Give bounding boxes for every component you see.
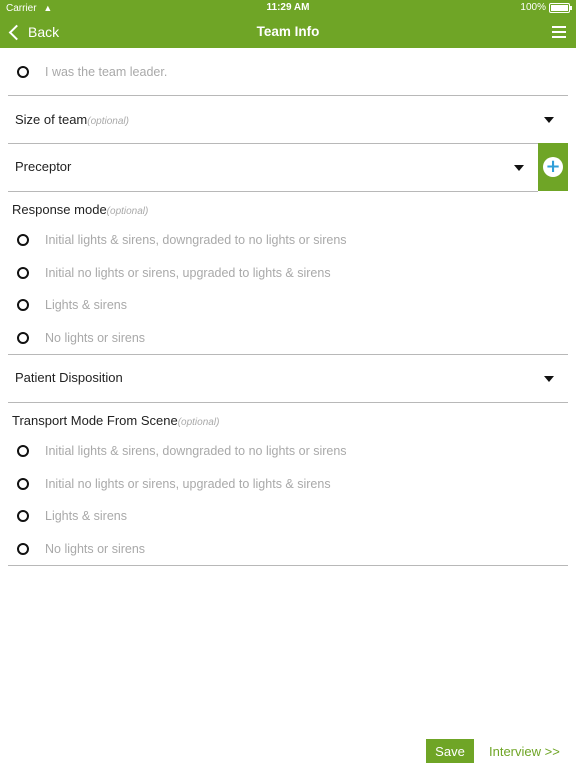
- radio-icon[interactable]: [17, 510, 29, 522]
- radio-icon[interactable]: [17, 234, 29, 246]
- optional-tag: (optional): [177, 417, 220, 428]
- team-leader-option[interactable]: I was the team leader.: [0, 57, 576, 87]
- size-of-team-select[interactable]: Size of team(optional): [0, 97, 568, 143]
- hamburger-icon: [552, 26, 566, 28]
- nav-bar: Back Team Info: [0, 16, 576, 48]
- status-time: 11:29 AM: [266, 2, 310, 13]
- radio-icon[interactable]: [17, 332, 29, 344]
- add-preceptor-button[interactable]: +: [538, 143, 568, 191]
- response-mode-option[interactable]: Initial no lights or sirens, upgraded to…: [0, 258, 576, 288]
- response-mode-option[interactable]: Initial lights & sirens, downgraded to n…: [0, 225, 576, 255]
- interview-link[interactable]: Interview >>: [489, 744, 560, 759]
- optional-tag: (optional): [106, 206, 149, 217]
- divider: [8, 95, 568, 96]
- page-title: Team Info: [256, 24, 320, 39]
- plus-icon: +: [543, 157, 563, 177]
- option-label: No lights or sirens: [45, 331, 146, 345]
- divider: [8, 191, 538, 192]
- transport-mode-option[interactable]: Lights & sirens: [0, 501, 576, 531]
- menu-button[interactable]: [552, 26, 566, 38]
- size-of-team-label: Size of team(optional): [15, 112, 129, 127]
- team-leader-label: I was the team leader.: [45, 65, 168, 79]
- transport-mode-option[interactable]: Initial lights & sirens, downgraded to n…: [0, 436, 576, 466]
- status-bar: Carrier ▲ 11:29 AM 100%: [0, 0, 576, 16]
- radio-icon[interactable]: [17, 299, 29, 311]
- caret-down-icon: [544, 376, 554, 382]
- battery-icon: [549, 3, 572, 13]
- radio-icon[interactable]: [17, 543, 29, 555]
- option-label: Initial lights & sirens, downgraded to n…: [45, 233, 347, 247]
- response-mode-option[interactable]: Lights & sirens: [0, 290, 576, 320]
- app-header: Carrier ▲ 11:29 AM 100% Back Team Info: [0, 0, 576, 48]
- preceptor-select[interactable]: Preceptor: [0, 144, 536, 190]
- divider: [8, 565, 568, 566]
- battery-status: 100%: [520, 0, 572, 16]
- transport-mode-title: Transport Mode From Scene(optional): [12, 413, 220, 428]
- option-label: Lights & sirens: [45, 298, 127, 312]
- transport-mode-option[interactable]: Initial no lights or sirens, upgraded to…: [0, 469, 576, 499]
- option-label: Initial no lights or sirens, upgraded to…: [45, 266, 331, 280]
- response-mode-option[interactable]: No lights or sirens: [0, 323, 576, 353]
- patient-disposition-label: Patient Disposition: [15, 370, 123, 385]
- option-label: Lights & sirens: [45, 509, 127, 523]
- divider: [8, 402, 568, 403]
- radio-icon[interactable]: [17, 267, 29, 279]
- radio-icon[interactable]: [17, 478, 29, 490]
- preceptor-label: Preceptor: [15, 159, 72, 174]
- radio-icon[interactable]: [17, 445, 29, 457]
- response-mode-title: Response mode(optional): [12, 202, 149, 217]
- transport-mode-option[interactable]: No lights or sirens: [0, 534, 576, 564]
- optional-tag: (optional): [87, 116, 129, 127]
- option-label: Initial no lights or sirens, upgraded to…: [45, 477, 331, 491]
- caret-down-icon: [514, 165, 524, 171]
- battery-percent: 100%: [520, 2, 546, 13]
- caret-down-icon: [544, 117, 554, 123]
- radio-icon[interactable]: [17, 66, 29, 78]
- save-button[interactable]: Save: [426, 739, 474, 763]
- patient-disposition-select[interactable]: Patient Disposition: [0, 355, 568, 401]
- option-label: No lights or sirens: [45, 542, 146, 556]
- option-label: Initial lights & sirens, downgraded to n…: [45, 444, 347, 458]
